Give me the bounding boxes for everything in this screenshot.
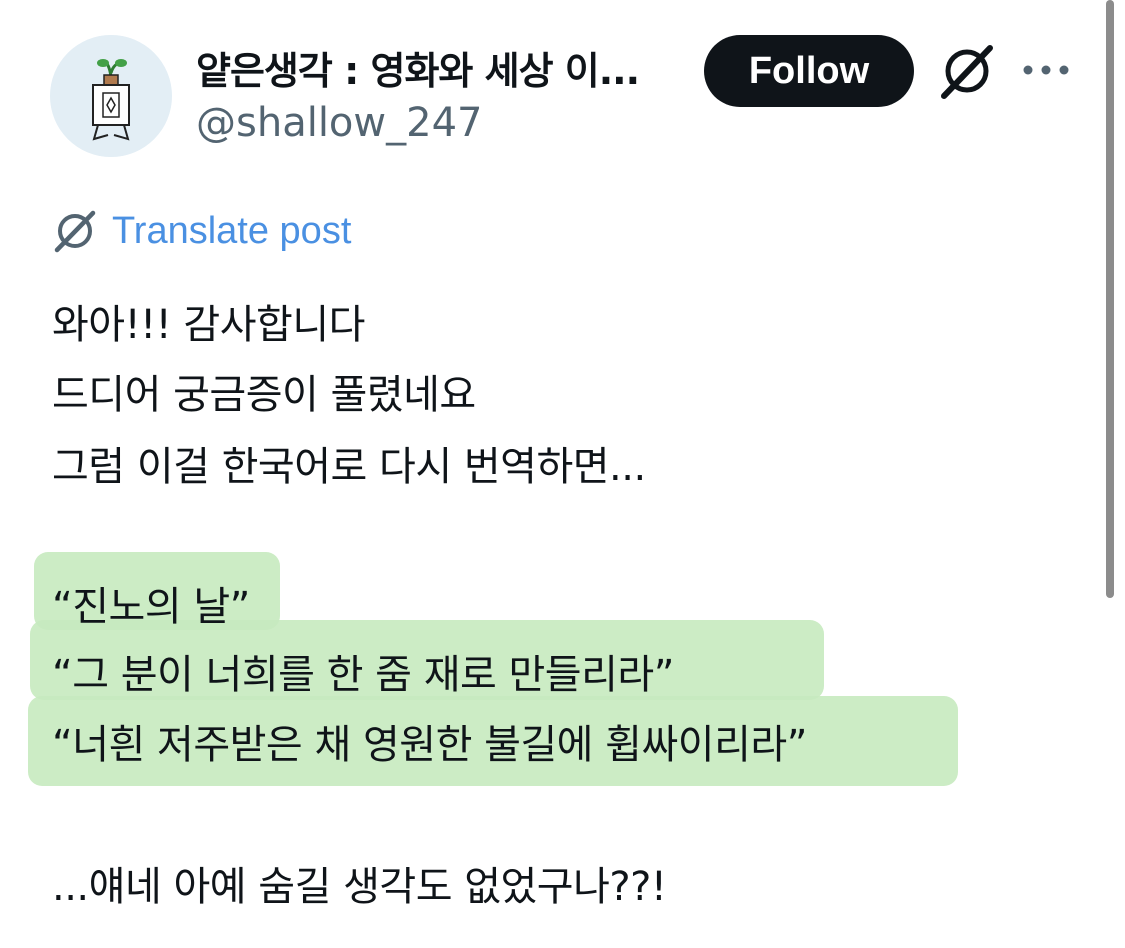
post-text-line: “진노의 날”	[52, 584, 250, 630]
avatar-image	[50, 35, 172, 157]
follow-button[interactable]: Follow	[704, 35, 914, 107]
scrollbar[interactable]	[1106, 0, 1114, 598]
more-icon[interactable]	[1020, 55, 1072, 85]
translate-icon	[54, 210, 96, 253]
avatar[interactable]	[50, 35, 172, 157]
post-text-line: 와아!!! 감사합니다	[52, 302, 365, 348]
display-name[interactable]: 얕은생각 : 영화와 세상 이...	[196, 40, 676, 95]
grok-icon[interactable]	[938, 42, 996, 100]
post-text-line: “너흰 저주받은 채 영원한 불길에 휩싸이리라”	[52, 722, 807, 768]
post-text-line: “그 분이 너희를 한 줌 재로 만들리라”	[52, 652, 674, 698]
translate-post-link[interactable]: Translate post	[52, 208, 351, 254]
translate-post-label: Translate post	[112, 209, 352, 252]
user-handle[interactable]: @shallow_247	[196, 100, 482, 146]
post-text-line: ...얘네 아예 숨길 생각도 없었구나??!	[52, 864, 667, 910]
post-text-line: 드디어 궁금증이 풀렸네요	[52, 372, 476, 418]
post-text-line: 그럼 이걸 한국어로 다시 번역하면...	[52, 444, 646, 490]
